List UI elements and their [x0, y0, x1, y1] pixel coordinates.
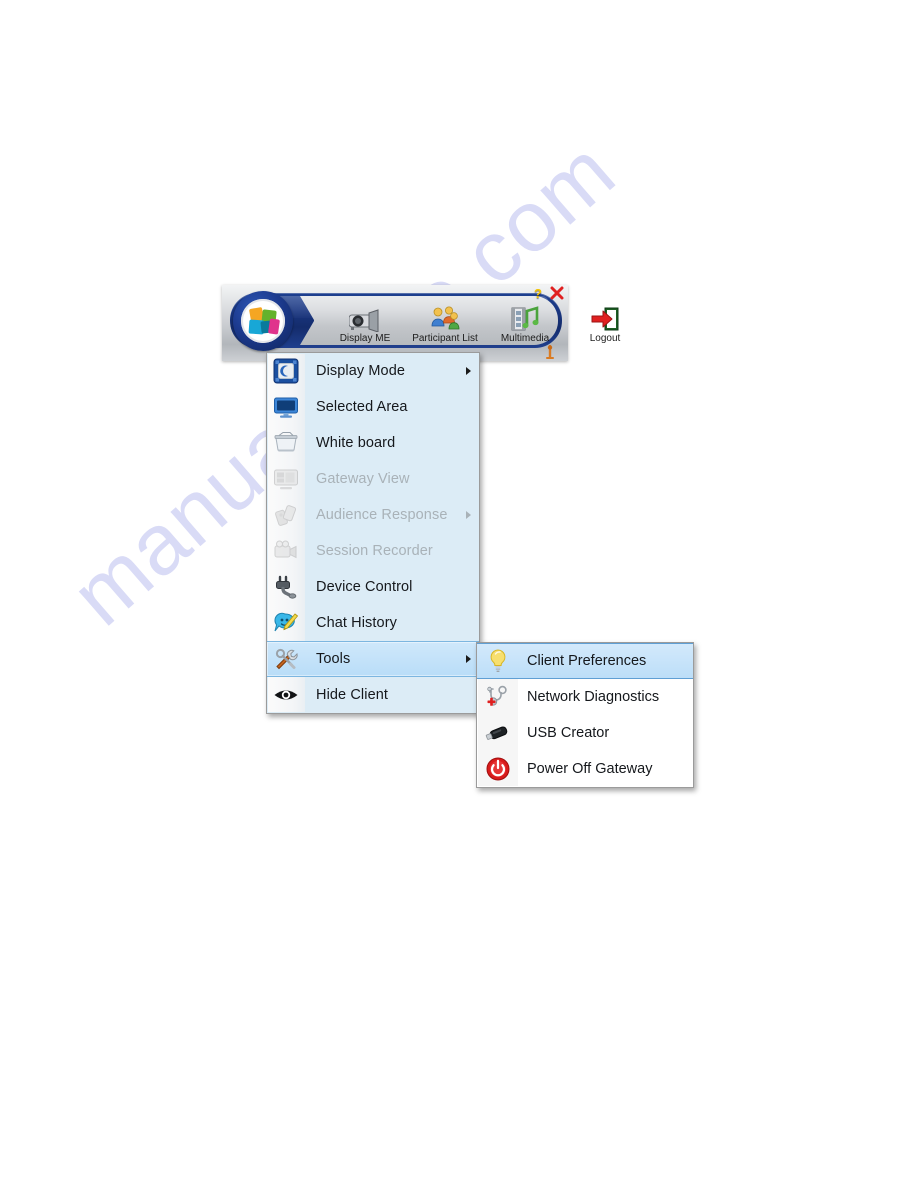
menu-item-device-control[interactable]: Device Control — [267, 569, 479, 605]
submenu-item-usb-creator[interactable]: USB Creator — [477, 715, 693, 751]
submenu-item-label: Network Diagnostics — [527, 689, 660, 705]
client-main-menu: Display Mode Selected Area White board G… — [266, 352, 480, 714]
menu-item-gateway-view[interactable]: Gateway View — [267, 461, 479, 497]
gateway-view-icon — [267, 461, 305, 497]
menu-item-hide-client[interactable]: Hide Client — [267, 677, 479, 713]
menu-item-selected-area[interactable]: Selected Area — [267, 389, 479, 425]
menu-item-label: Audience Response — [316, 507, 448, 523]
audience-response-icon — [267, 497, 305, 533]
toolbar-button-display-me[interactable]: Display ME — [328, 304, 402, 345]
menu-item-label: Session Recorder — [316, 543, 433, 559]
menu-item-label: Tools — [316, 651, 351, 667]
menu-item-label: Selected Area — [316, 399, 408, 415]
submenu-item-label: Client Preferences — [527, 653, 647, 669]
menu-item-white-board[interactable]: White board — [267, 425, 479, 461]
power-plug-icon — [267, 569, 305, 605]
exit-door-arrow-icon — [568, 304, 642, 332]
lightbulb-icon — [477, 643, 518, 679]
menu-item-audience-response[interactable]: Audience Response — [267, 497, 479, 533]
display-mode-icon — [267, 353, 305, 389]
toolbar-button-participant-list[interactable]: Participant List — [408, 304, 482, 345]
menu-item-display-mode[interactable]: Display Mode — [267, 353, 479, 389]
toolbar-button-multimedia[interactable]: Multimedia — [488, 304, 562, 345]
resize-grip-icon[interactable] — [545, 344, 555, 360]
projector-icon — [328, 304, 402, 332]
menu-item-label: Device Control — [316, 579, 413, 595]
chevron-right-icon — [457, 367, 479, 375]
submenu-item-label: USB Creator — [527, 725, 610, 741]
menu-item-label: Display Mode — [316, 363, 406, 379]
tools-submenu: Client Preferences Network Diagnostics U… — [476, 642, 694, 788]
menu-item-chat-history[interactable]: Chat History — [267, 605, 479, 641]
menu-item-label: White board — [316, 435, 396, 451]
submenu-item-label: Power Off Gateway — [527, 761, 653, 777]
whiteboard-icon — [267, 425, 305, 461]
close-icon[interactable] — [550, 286, 564, 300]
submenu-item-client-preferences[interactable]: Client Preferences — [477, 643, 693, 679]
usb-drive-icon — [477, 715, 518, 751]
menu-item-tools[interactable]: Tools — [267, 641, 479, 677]
toolbar-button-label: Multimedia — [500, 333, 550, 344]
submenu-item-network-diagnostics[interactable]: Network Diagnostics — [477, 679, 693, 715]
people-group-icon — [408, 304, 482, 332]
video-camera-icon — [267, 533, 305, 569]
client-toolbar: Display ME Participant List Multimedia L… — [222, 285, 620, 361]
menu-item-label: Gateway View — [316, 471, 410, 487]
monitor-icon — [267, 389, 305, 425]
toolbar-button-label: Participant List — [412, 333, 478, 344]
stethoscope-icon — [477, 679, 518, 715]
help-icon[interactable]: ? — [534, 286, 542, 301]
menu-item-label: Hide Client — [316, 687, 389, 703]
toolbar-button-label: Display ME — [339, 333, 391, 344]
toolbar-button-logout[interactable]: Logout — [568, 304, 642, 345]
chat-bubble-pen-icon — [267, 605, 305, 641]
film-music-icon — [488, 304, 562, 332]
eye-icon — [267, 677, 305, 713]
chevron-right-icon — [457, 511, 479, 519]
colored-squares-logo-icon — [241, 299, 285, 343]
power-button-icon — [477, 751, 518, 787]
menu-item-session-recorder[interactable]: Session Recorder — [267, 533, 479, 569]
app-logo-button[interactable] — [233, 291, 293, 351]
tools-wrench-icon — [267, 641, 305, 677]
submenu-item-power-off-gateway[interactable]: Power Off Gateway — [477, 751, 693, 787]
toolbar-buttons: Display ME Participant List Multimedia L… — [328, 297, 642, 345]
menu-item-label: Chat History — [316, 615, 397, 631]
toolbar-button-label: Logout — [589, 333, 621, 344]
